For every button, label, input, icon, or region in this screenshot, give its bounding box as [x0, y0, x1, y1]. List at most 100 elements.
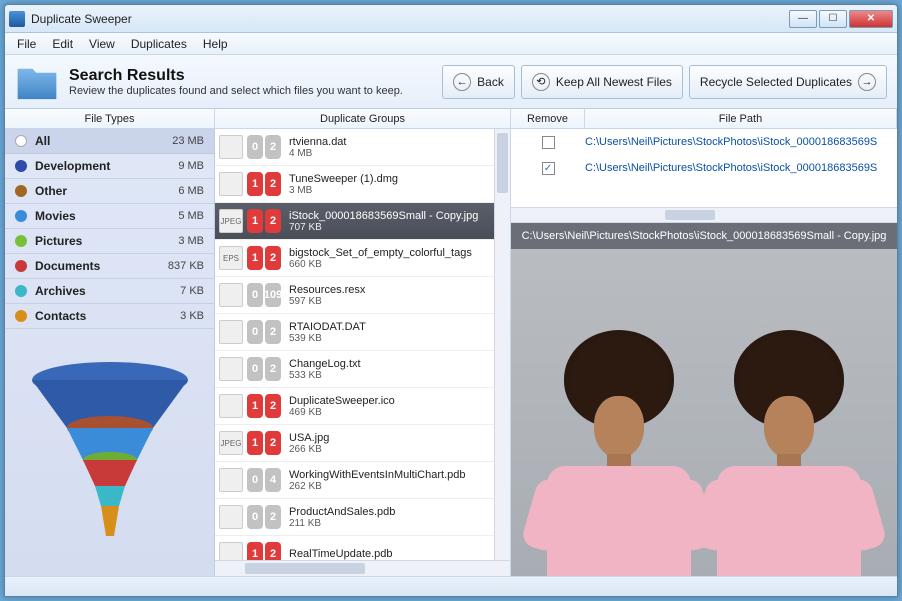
- group-filename: bigstock_Set_of_empty_colorful_tags: [289, 247, 490, 259]
- type-label: Documents: [35, 259, 168, 273]
- file-type-archives[interactable]: Archives7 KB: [5, 279, 214, 304]
- group-filename: ProductAndSales.pdb: [289, 506, 490, 518]
- keep-count-badge: 1: [247, 209, 263, 233]
- groups-hscrollbar[interactable]: [215, 560, 510, 576]
- color-dot: [15, 310, 27, 322]
- dup-count-badge: 2: [265, 135, 281, 159]
- keep-count-badge: 1: [247, 246, 263, 270]
- file-type-pictures[interactable]: Pictures3 MB: [5, 229, 214, 254]
- file-type-development[interactable]: Development9 MB: [5, 154, 214, 179]
- keep-count-badge: 0: [247, 357, 263, 381]
- remove-checkbox[interactable]: ✓: [542, 162, 555, 175]
- dup-count-badge: 2: [265, 505, 281, 529]
- group-row[interactable]: JPEG12iStock_000018683569Small - Copy.jp…: [215, 203, 494, 240]
- file-type-icon: [219, 357, 243, 381]
- color-dot: [15, 210, 27, 222]
- col-file-path[interactable]: File Path: [585, 109, 897, 128]
- group-filename: RealTimeUpdate.pdb: [289, 548, 490, 560]
- col-file-types[interactable]: File Types: [5, 109, 215, 128]
- header-text: Search Results Review the duplicates fou…: [69, 67, 403, 97]
- group-row[interactable]: 12RealTimeUpdate.pdb: [215, 536, 494, 560]
- keep-newest-label: Keep All Newest Files: [556, 75, 672, 89]
- app-window: Duplicate Sweeper — ☐ ✕ FileEditViewDupl…: [4, 4, 898, 597]
- keep-count-badge: 0: [247, 135, 263, 159]
- recycle-button[interactable]: Recycle Selected Duplicates →: [689, 65, 887, 99]
- group-row[interactable]: 02rtvienna.dat4 MB: [215, 129, 494, 166]
- group-filename: Resources.resx: [289, 284, 490, 296]
- close-button[interactable]: ✕: [849, 10, 893, 28]
- file-types-list: All23 MBDevelopment9 MBOther6 MBMovies5 …: [5, 129, 214, 329]
- group-filesize: 262 KB: [289, 481, 490, 492]
- keep-newest-button[interactable]: ⟲ Keep All Newest Files: [521, 65, 683, 99]
- page-title: Search Results: [69, 67, 403, 85]
- menu-view[interactable]: View: [81, 35, 123, 53]
- recycle-label: Recycle Selected Duplicates: [700, 75, 852, 89]
- file-path[interactable]: C:\Users\Neil\Pictures\StockPhotos\iStoc…: [585, 136, 897, 148]
- minimize-button[interactable]: —: [789, 10, 817, 28]
- path-hscrollbar[interactable]: [511, 207, 897, 223]
- file-type-icon: [219, 320, 243, 344]
- file-path-list[interactable]: C:\Users\Neil\Pictures\StockPhotos\iStoc…: [511, 129, 897, 207]
- keep-count-badge: 1: [247, 431, 263, 455]
- file-type-icon: JPEG: [219, 431, 243, 455]
- file-type-other[interactable]: Other6 MB: [5, 179, 214, 204]
- file-type-icon: [219, 505, 243, 529]
- file-path[interactable]: C:\Users\Neil\Pictures\StockPhotos\iStoc…: [585, 162, 897, 174]
- file-type-icon: EPS: [219, 246, 243, 270]
- remove-checkbox[interactable]: [542, 136, 555, 149]
- path-row[interactable]: C:\Users\Neil\Pictures\StockPhotos\iStoc…: [511, 129, 897, 155]
- person-left: [539, 346, 699, 576]
- file-type-movies[interactable]: Movies5 MB: [5, 204, 214, 229]
- type-size: 6 MB: [178, 185, 204, 197]
- type-size: 9 MB: [178, 160, 204, 172]
- file-type-documents[interactable]: Documents837 KB: [5, 254, 214, 279]
- file-type-contacts[interactable]: Contacts3 KB: [5, 304, 214, 329]
- file-type-icon: [219, 468, 243, 492]
- group-filename: DuplicateSweeper.ico: [289, 395, 490, 407]
- type-size: 7 KB: [180, 285, 204, 297]
- group-filesize: 3 MB: [289, 185, 490, 196]
- groups-vscrollbar[interactable]: [494, 129, 510, 560]
- back-label: Back: [477, 75, 504, 89]
- group-filename: TuneSweeper (1).dmg: [289, 173, 490, 185]
- menu-file[interactable]: File: [9, 35, 44, 53]
- menu-edit[interactable]: Edit: [44, 35, 81, 53]
- group-filesize: 533 KB: [289, 370, 490, 381]
- page-subtitle: Review the duplicates found and select w…: [69, 85, 403, 97]
- group-filesize: 707 KB: [289, 222, 490, 233]
- group-filesize: 211 KB: [289, 518, 490, 529]
- groups-list[interactable]: 02rtvienna.dat4 MB12TuneSweeper (1).dmg3…: [215, 129, 494, 560]
- maximize-button[interactable]: ☐: [819, 10, 847, 28]
- file-type-all[interactable]: All23 MB: [5, 129, 214, 154]
- person-right: [709, 346, 869, 576]
- group-row[interactable]: 02RTAIODAT.DAT539 KB: [215, 314, 494, 351]
- funnel-icon: [25, 358, 195, 548]
- dup-count-badge: 2: [265, 431, 281, 455]
- col-remove[interactable]: Remove: [511, 109, 585, 128]
- group-row[interactable]: EPS12bigstock_Set_of_empty_colorful_tags…: [215, 240, 494, 277]
- group-filename: RTAIODAT.DAT: [289, 321, 490, 333]
- group-row[interactable]: 12DuplicateSweeper.ico469 KB: [215, 388, 494, 425]
- file-type-icon: [219, 283, 243, 307]
- group-filesize: 4 MB: [289, 148, 490, 159]
- titlebar[interactable]: Duplicate Sweeper — ☐ ✕: [5, 5, 897, 33]
- file-type-icon: [219, 542, 243, 560]
- menu-duplicates[interactable]: Duplicates: [123, 35, 195, 53]
- statusbar: [5, 576, 897, 596]
- header-buttons: ← Back ⟲ Keep All Newest Files Recycle S…: [442, 65, 887, 99]
- group-filesize: 539 KB: [289, 333, 490, 344]
- dup-count-badge: 109: [265, 283, 281, 307]
- group-filesize: 660 KB: [289, 259, 490, 270]
- keep-count-badge: 0: [247, 468, 263, 492]
- group-row[interactable]: 12TuneSweeper (1).dmg3 MB: [215, 166, 494, 203]
- back-button[interactable]: ← Back: [442, 65, 515, 99]
- path-row[interactable]: ✓ C:\Users\Neil\Pictures\StockPhotos\iSto…: [511, 155, 897, 181]
- group-row[interactable]: 0109Resources.resx597 KB: [215, 277, 494, 314]
- menu-help[interactable]: Help: [195, 35, 236, 53]
- col-duplicate-groups[interactable]: Duplicate Groups: [215, 109, 511, 128]
- group-row[interactable]: 04WorkingWithEventsInMultiChart.pdb262 K…: [215, 462, 494, 499]
- group-row[interactable]: 02ChangeLog.txt533 KB: [215, 351, 494, 388]
- group-row[interactable]: 02ProductAndSales.pdb211 KB: [215, 499, 494, 536]
- group-row[interactable]: JPEG12USA.jpg266 KB: [215, 425, 494, 462]
- type-label: All: [35, 134, 172, 148]
